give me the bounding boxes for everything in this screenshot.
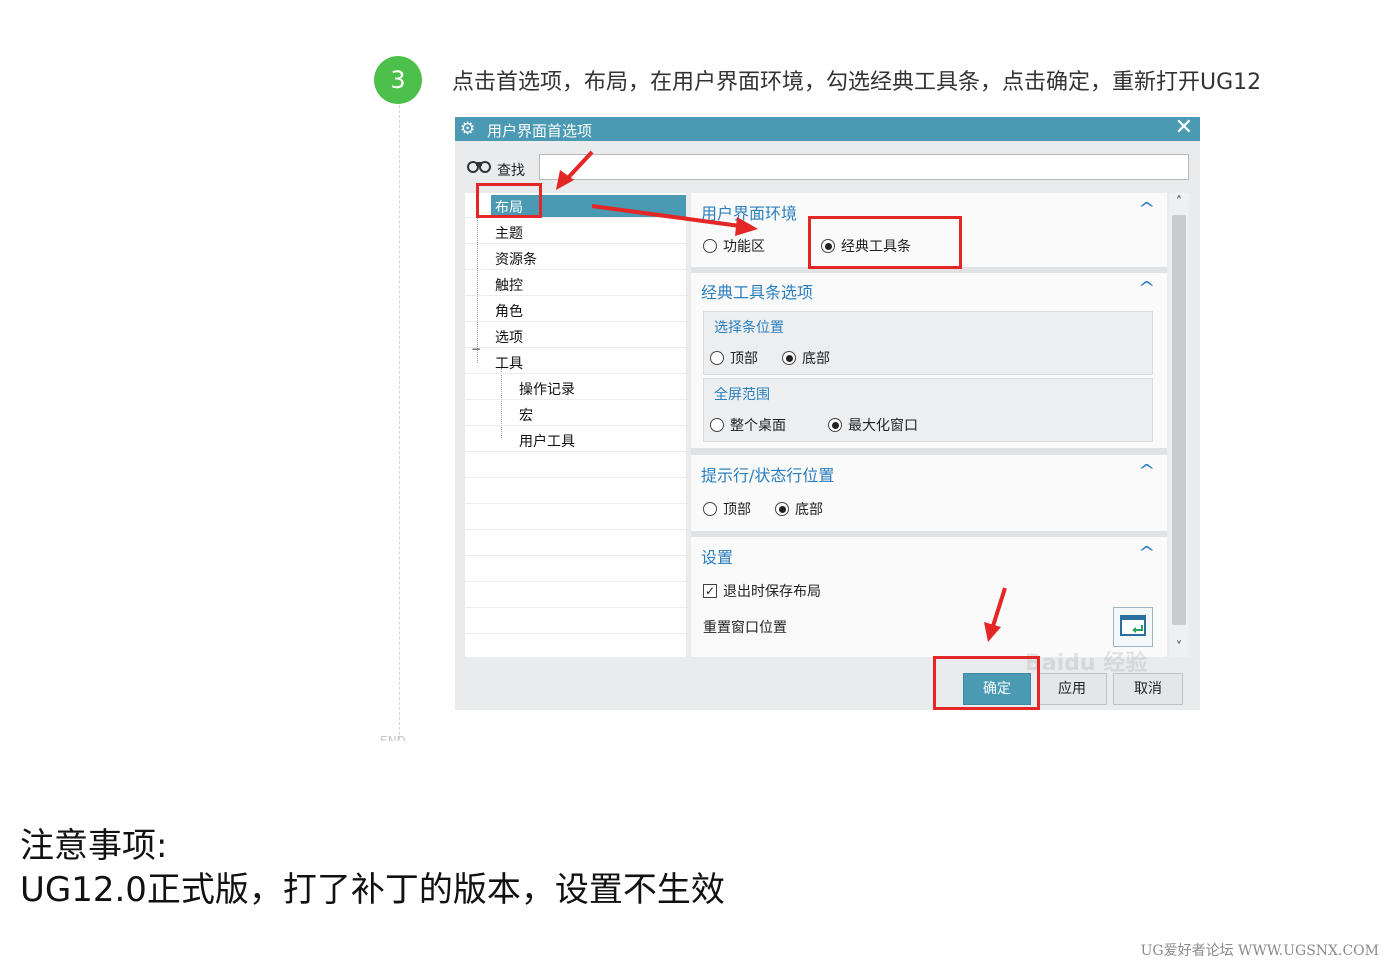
arrow-to-find [564, 150, 594, 182]
arrow-head [984, 622, 1001, 642]
arrow-to-ok [991, 587, 1007, 627]
arrow-head [735, 217, 758, 236]
notes-body: UG12.0正式版，打了补丁的版本，设置不生效 [20, 870, 725, 910]
arrow-to-classic-toolbar [591, 204, 741, 228]
forum-footer: UG爱好者论坛 WWW.UGSNX.COM [1140, 943, 1379, 959]
notes-title: 注意事项: [20, 826, 168, 866]
annotation-arrows [556, 150, 1007, 642]
